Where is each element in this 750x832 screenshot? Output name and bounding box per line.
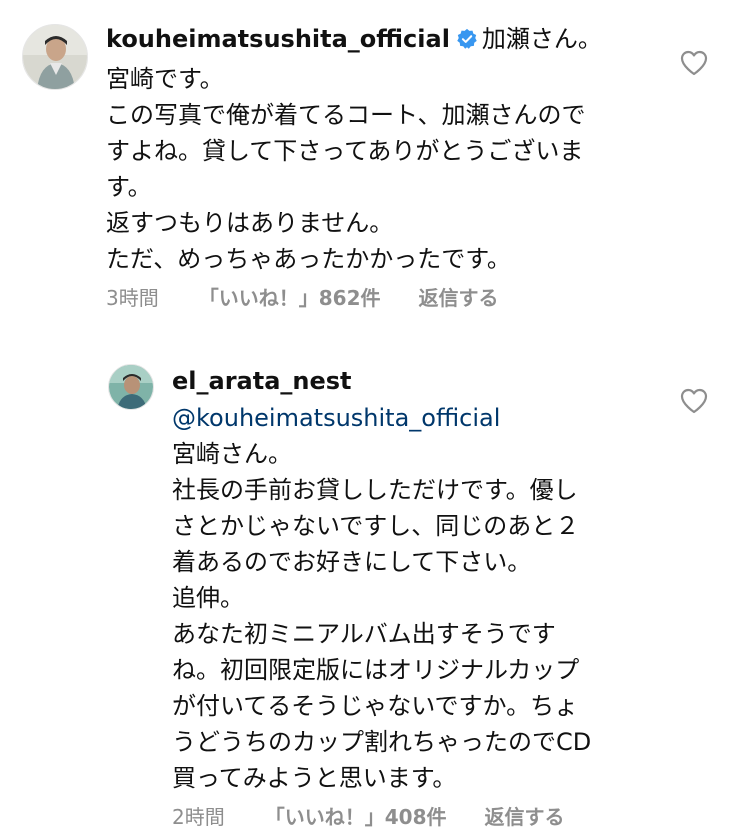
comment-line: す。 [106,173,152,201]
likes-count-link[interactable]: 「いいね！」862件 [199,283,381,313]
reply-button[interactable]: 返信する [418,283,498,313]
comment-header: el_arata_nest [172,362,652,400]
comment-line: 宮崎さん。 [172,440,292,468]
comment-body: kouheimatsushita_official 加瀬さん。 宮崎です。 この写… [106,20,676,313]
comment-meta: 3時間 「いいね！」862件 返信する [106,283,676,313]
timestamp: 3時間 [106,286,159,310]
username[interactable]: el_arata_nest [172,367,352,395]
comment-line: さとかじゃないですし、同じのあと２ [172,512,580,540]
comment-line: うどうちのカップ割れちゃったのでCD [172,728,592,756]
comment-line: 宮崎です。 [106,65,224,93]
avatar-photo [109,365,153,409]
heart-outline-icon[interactable] [680,50,708,76]
comment-line: すよね。貸して下さってありがとうございま [106,137,584,165]
reply-button[interactable]: 返信する [484,802,564,832]
likes-count-link[interactable]: 「いいね！」408件 [265,802,447,832]
comment-line: 着あるのでお好きにして下さい。 [172,548,532,576]
avatar[interactable] [108,364,154,410]
comment-body: el_arata_nest @kouheimatsushita_official… [172,362,652,832]
username[interactable]: kouheimatsushita_official [106,25,450,53]
heart-outline-icon[interactable] [680,388,708,414]
comment-line: ね。初回限定版にはオリジナルカップ [172,656,580,684]
comment-meta: 2時間 「いいね！」408件 返信する [172,802,652,832]
comment-line: 追伸。 [172,584,244,612]
timestamp: 2時間 [172,805,225,829]
verified-badge-icon [456,23,478,61]
comment-text: 加瀬さん。 [481,25,602,53]
comment-line: が付いてるそうじゃないですか。ちょ [172,692,579,720]
comment-line: 返すつもりはありません。 [106,209,394,237]
comment-header: kouheimatsushita_official 加瀬さん。 [106,20,676,61]
avatar[interactable] [22,24,88,90]
comment-line: あなた初ミニアルバム出すそうです [172,620,556,648]
avatar-photo [23,25,87,89]
comment-line: 社長の手前お貸ししただけです。優し [172,476,578,504]
comment-line: この写真で俺が着てるコート、加瀬さんので [106,101,586,129]
mention-link[interactable]: @kouheimatsushita_official [172,400,652,436]
comment-line: ただ、めっちゃあったかかったです。 [106,245,511,273]
comment-line: 買ってみようと思います。 [172,764,457,792]
